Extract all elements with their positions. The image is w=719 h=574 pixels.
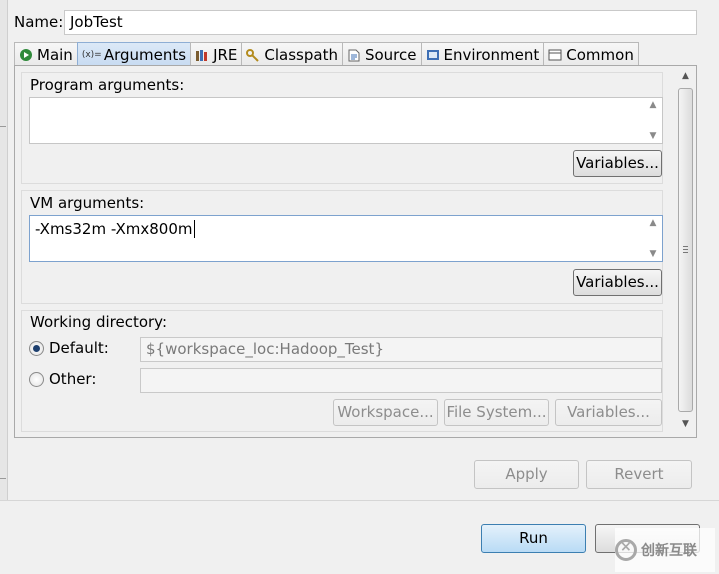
scroll-down-icon[interactable]: ▼ — [650, 131, 657, 141]
textarea-scrollbar[interactable]: ▲ ▼ — [646, 218, 660, 259]
tab-label: Source — [364, 45, 417, 64]
working-directory-group: Working directory: Default: ${workspace_… — [21, 310, 663, 432]
scroll-up-icon[interactable]: ▲ — [650, 100, 657, 110]
directory-variables-button[interactable]: Variables... — [555, 399, 662, 426]
program-arguments-group: Program arguments: ▲ ▼ Variables... — [21, 72, 663, 184]
run-button[interactable]: Run — [481, 524, 586, 553]
tab-label: Classpath — [264, 45, 338, 64]
tab-jre[interactable]: JRE — [190, 42, 243, 66]
other-radio[interactable] — [29, 372, 44, 387]
tab-label: Common — [566, 45, 634, 64]
program-variables-button[interactable]: Variables... — [573, 150, 662, 177]
edge-tick — [0, 478, 6, 479]
common-icon — [548, 48, 562, 62]
revert-button[interactable]: Revert — [586, 460, 692, 489]
vm-arguments-group: VM arguments: -Xms32m -Xmx800m ▲ ▼ Varia… — [21, 190, 663, 304]
textarea-scrollbar[interactable]: ▲ ▼ — [646, 100, 660, 141]
vm-arguments-textarea[interactable]: -Xms32m -Xmx800m ▲ ▼ — [29, 215, 663, 262]
working-directory-title: Working directory: — [30, 313, 168, 331]
watermark: 创新互联 — [615, 528, 715, 572]
name-label: Name: — [14, 13, 64, 31]
scroll-up-icon[interactable]: ▲ — [676, 71, 695, 81]
main-run-icon — [19, 48, 33, 62]
left-window-edge — [0, 0, 8, 500]
workspace-button[interactable]: Workspace... — [333, 399, 438, 426]
tab-bar: Main (x)= Arguments JRE Classpath Source… — [14, 42, 639, 67]
other-label: Other: — [49, 370, 97, 388]
watermark-text: 创新互联 — [641, 543, 697, 559]
other-directory-field[interactable] — [140, 368, 662, 393]
tab-source[interactable]: Source — [341, 42, 422, 66]
jre-library-icon — [195, 48, 209, 62]
scroll-down-icon[interactable]: ▼ — [676, 419, 695, 429]
tab-common[interactable]: Common — [543, 42, 639, 66]
apply-button[interactable]: Apply — [474, 460, 579, 489]
program-arguments-textarea[interactable]: ▲ ▼ — [29, 97, 663, 144]
watermark-logo-icon — [615, 539, 637, 561]
scrollbar-thumb[interactable] — [678, 88, 693, 412]
program-arguments-title: Program arguments: — [30, 76, 185, 94]
classpath-icon — [246, 48, 260, 62]
environment-icon — [426, 48, 440, 62]
tab-label: JRE — [213, 45, 238, 64]
scroll-down-icon[interactable]: ▼ — [650, 249, 657, 259]
grip-line — [683, 252, 688, 253]
dialog-separator — [0, 500, 719, 501]
tab-label: Arguments — [103, 46, 187, 64]
source-icon — [347, 48, 361, 62]
name-input[interactable]: JobTest — [64, 10, 697, 35]
arguments-panel: Program arguments: ▲ ▼ Variables... VM a… — [14, 65, 697, 438]
default-label: Default: — [49, 339, 109, 357]
tab-main[interactable]: Main — [14, 42, 78, 66]
tab-arguments[interactable]: (x)= Arguments — [76, 42, 192, 67]
panel-vertical-scrollbar[interactable]: ▲ ▼ — [676, 70, 695, 432]
grip-line — [683, 249, 688, 250]
vm-variables-button[interactable]: Variables... — [573, 269, 662, 296]
arguments-icon: (x)= — [81, 50, 102, 60]
vm-arguments-value: -Xms32m -Xmx800m — [35, 220, 193, 238]
default-radio[interactable] — [29, 341, 44, 356]
file-system-button[interactable]: File System... — [444, 399, 549, 426]
tab-environment[interactable]: Environment — [420, 42, 545, 66]
tab-label: Environment — [443, 45, 540, 64]
edge-tick — [0, 126, 6, 127]
default-directory-field: ${workspace_loc:Hadoop_Test} — [140, 337, 662, 362]
text-cursor — [193, 220, 195, 238]
grip-line — [683, 246, 688, 247]
tab-label: Main — [37, 45, 73, 64]
tab-classpath[interactable]: Classpath — [241, 42, 343, 66]
vm-arguments-title: VM arguments: — [30, 194, 145, 212]
scroll-up-icon[interactable]: ▲ — [650, 218, 657, 228]
